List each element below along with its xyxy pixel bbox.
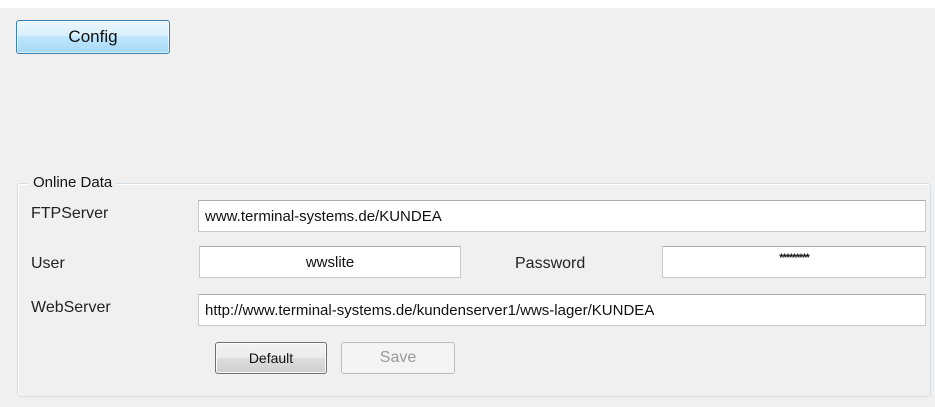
config-button[interactable]: Config bbox=[16, 20, 170, 54]
save-button[interactable]: Save bbox=[341, 342, 455, 374]
user-field[interactable]: wwslite bbox=[199, 246, 461, 278]
default-button[interactable]: Default bbox=[215, 342, 327, 374]
web-server-field[interactable]: http://www.terminal-systems.de/kundenser… bbox=[198, 294, 926, 326]
password-label: Password bbox=[515, 255, 586, 272]
config-window: Config Online Data FTPServer www.termina… bbox=[0, 0, 935, 407]
web-server-label: WebServer bbox=[31, 299, 111, 316]
password-field[interactable]: ********* bbox=[662, 246, 926, 278]
user-label: User bbox=[31, 255, 65, 272]
ftp-server-field[interactable]: www.terminal-systems.de/KUNDEA bbox=[198, 200, 926, 232]
ftp-server-label: FTPServer bbox=[31, 205, 109, 222]
top-strip bbox=[0, 0, 935, 8]
online-data-group-title: Online Data bbox=[29, 174, 117, 191]
